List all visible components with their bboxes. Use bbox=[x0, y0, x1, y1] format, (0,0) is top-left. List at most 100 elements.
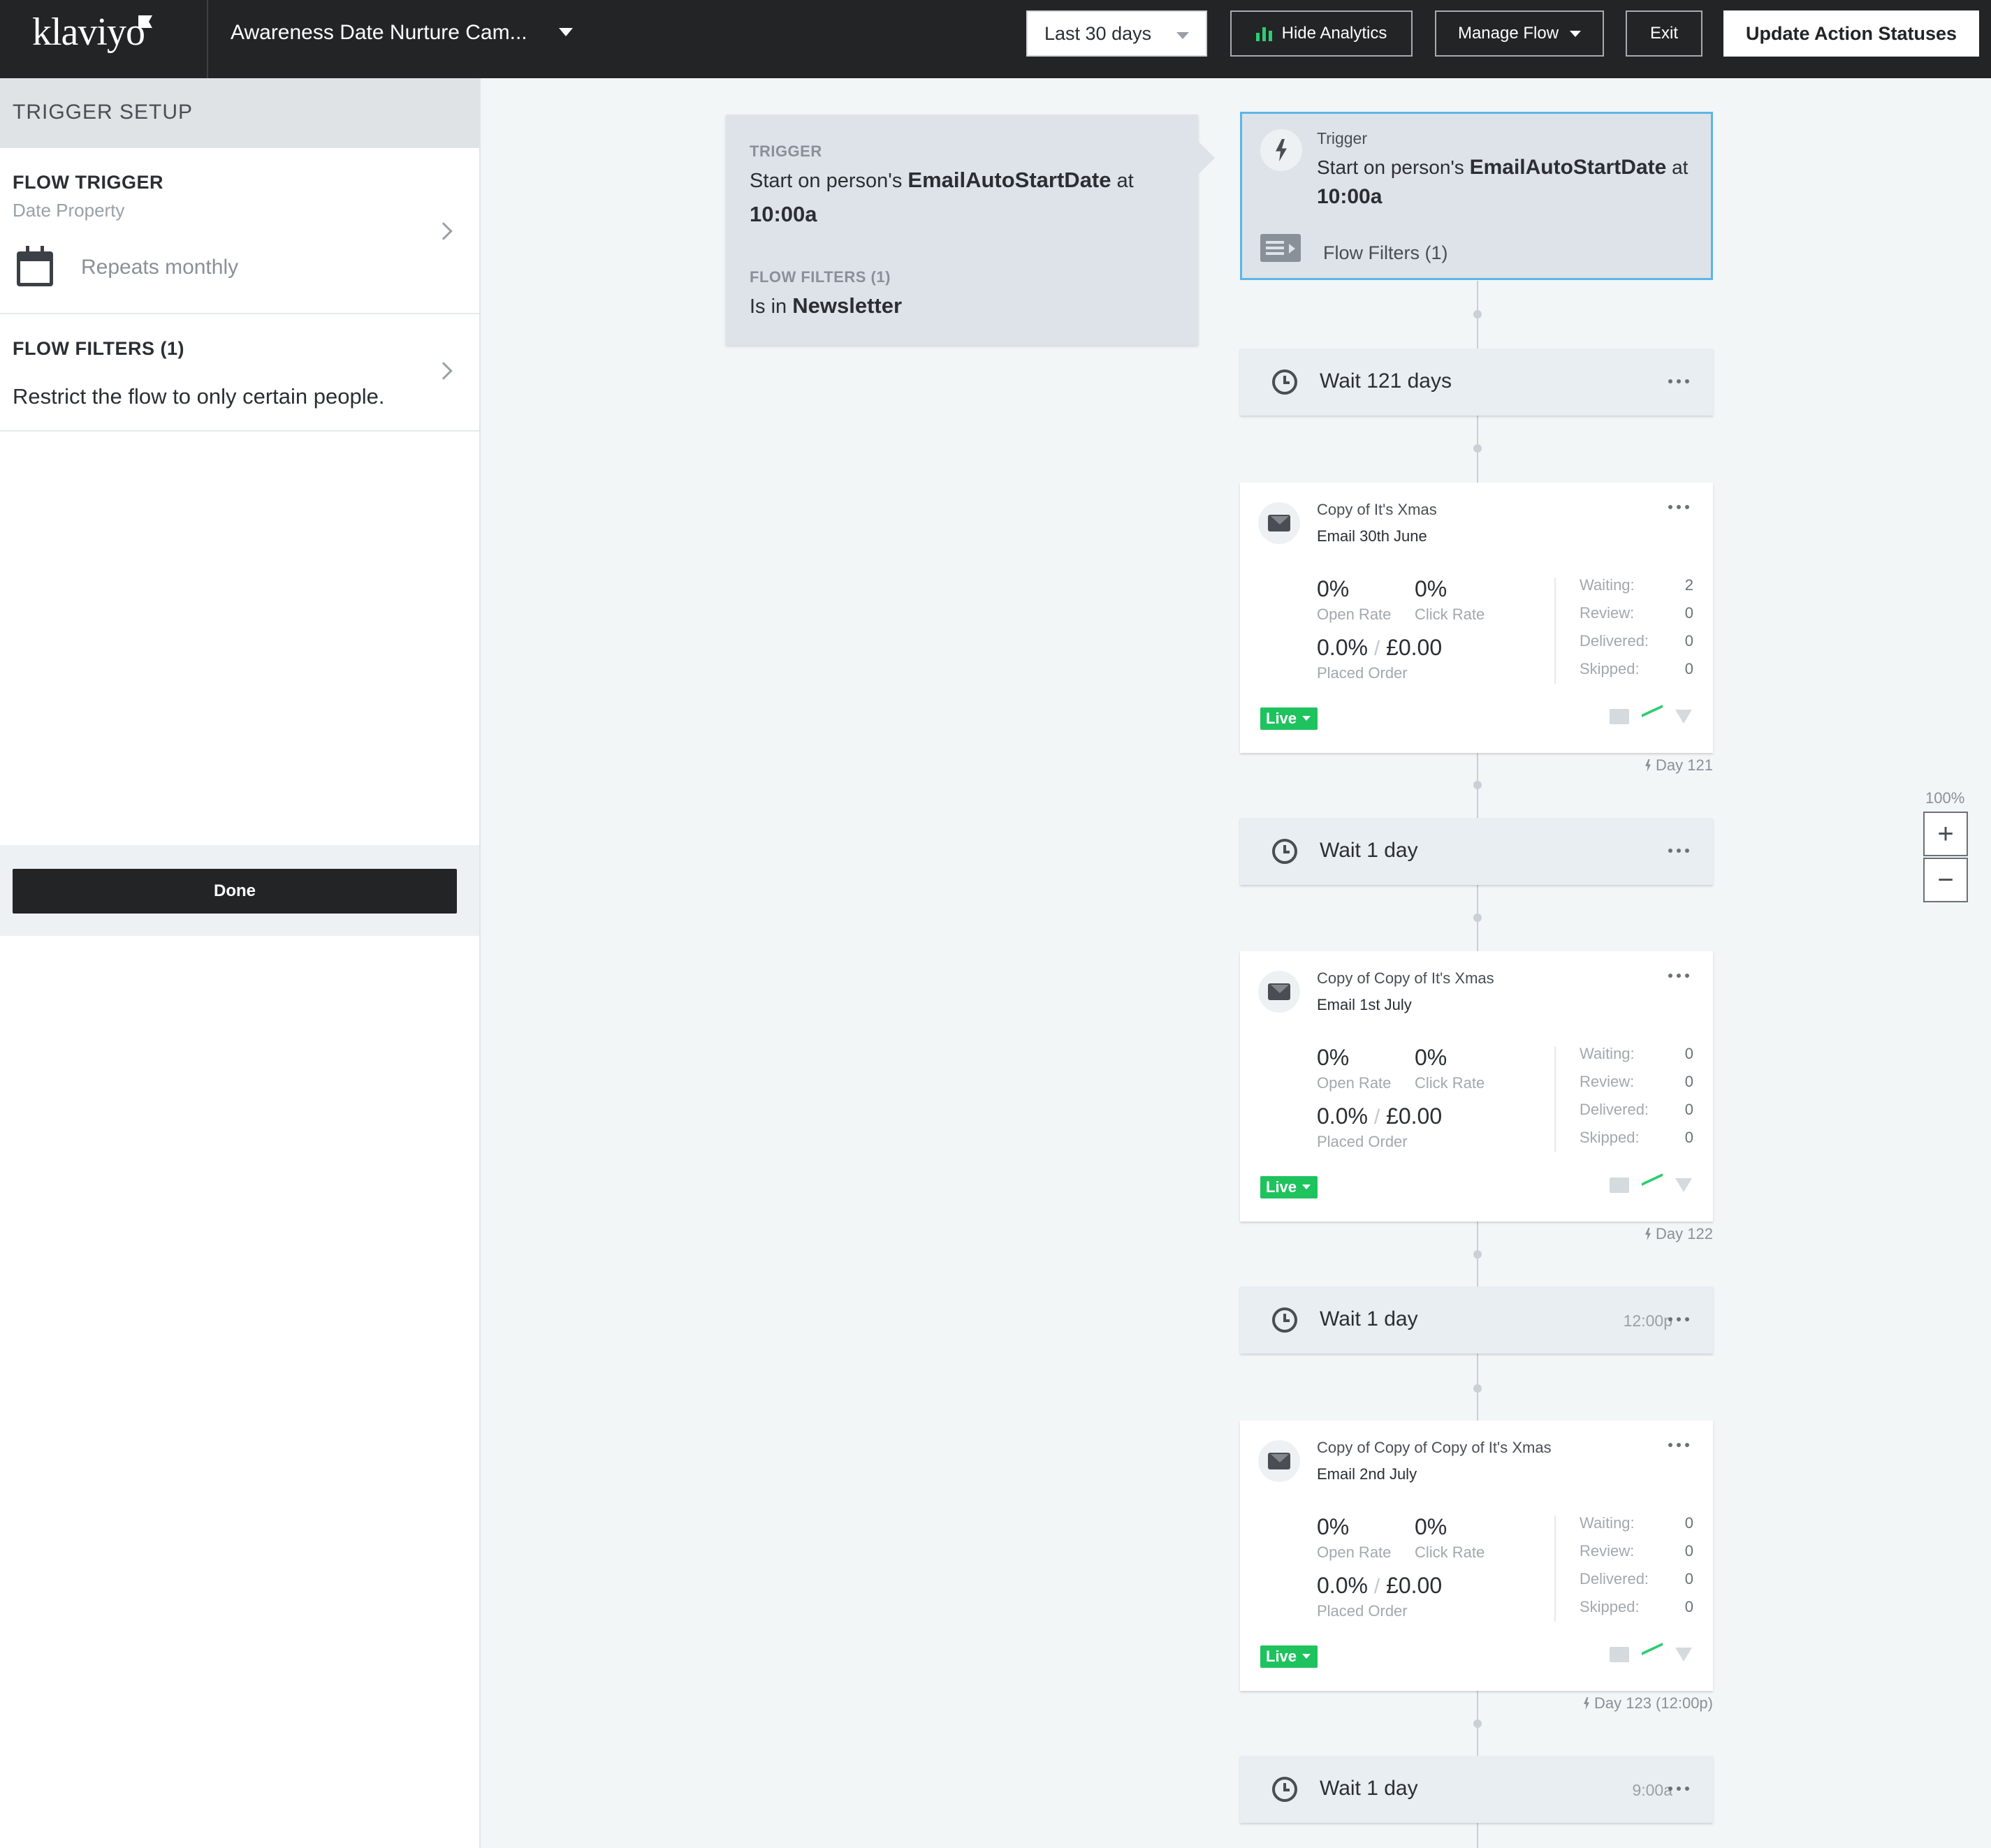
wait-node[interactable]: Wait 1 day 12:00p bbox=[1240, 1286, 1713, 1354]
stats-divider bbox=[1554, 578, 1556, 684]
placed-order-label: Placed Order bbox=[1317, 1602, 1408, 1620]
waiting-count: 0 bbox=[1684, 1514, 1693, 1532]
flow-filters-section[interactable]: FLOW FILTERS (1) Restrict the flow to on… bbox=[0, 314, 479, 432]
filter-icon[interactable] bbox=[1675, 710, 1692, 724]
click-rate-value: 0% bbox=[1415, 576, 1447, 601]
filter-icon[interactable] bbox=[1675, 1178, 1692, 1192]
exit-button[interactable]: Exit bbox=[1626, 10, 1702, 57]
skipped-count: 0 bbox=[1684, 1129, 1693, 1146]
connector-dot bbox=[1473, 781, 1482, 789]
more-options-icon[interactable] bbox=[1668, 1443, 1689, 1447]
email-node[interactable]: Copy of Copy of It's Xmas Email 1st July… bbox=[1240, 951, 1713, 1222]
day-label: Day 121 bbox=[1644, 756, 1713, 775]
waiting-label: Waiting: bbox=[1580, 576, 1635, 594]
review-count: 0 bbox=[1684, 1073, 1693, 1090]
review-label: Review: bbox=[1580, 1073, 1635, 1090]
lightning-bolt-icon bbox=[1584, 1697, 1589, 1710]
day-label: Day 123 (12:00p) bbox=[1583, 1694, 1713, 1713]
trigger-setup-panel: TRIGGER SETUP FLOW TRIGGER Date Property… bbox=[0, 78, 481, 1848]
chevron-right-icon[interactable] bbox=[435, 362, 453, 380]
flow-filters-title: FLOW FILTERS (1) bbox=[13, 338, 184, 359]
trigger-node-filters[interactable]: Flow Filters (1) bbox=[1323, 242, 1448, 264]
klaviyo-logo[interactable]: klaviyo bbox=[32, 10, 145, 54]
status-badge[interactable]: Live bbox=[1260, 707, 1318, 730]
email-subject: Email 30th June bbox=[1317, 527, 1427, 545]
wait-time: 12:00p bbox=[1623, 1312, 1672, 1330]
delivered-label: Delivered: bbox=[1580, 1101, 1649, 1118]
flow-title[interactable]: Awareness Date Nurture Cam... bbox=[231, 21, 527, 45]
email-node[interactable]: Copy of Copy of Copy of It's Xmas Email … bbox=[1240, 1421, 1713, 1691]
done-button[interactable]: Done bbox=[13, 869, 457, 914]
review-label: Review: bbox=[1580, 604, 1635, 622]
more-options-icon[interactable] bbox=[1668, 849, 1689, 853]
email-node-actions bbox=[1610, 705, 1692, 728]
trigger-node[interactable]: Trigger Start on person's EmailAutoStart… bbox=[1240, 112, 1713, 280]
more-options-icon[interactable] bbox=[1668, 1787, 1689, 1791]
skipped-count: 0 bbox=[1684, 660, 1693, 677]
more-options-icon[interactable] bbox=[1668, 1317, 1689, 1321]
chevron-right-icon[interactable] bbox=[435, 222, 453, 240]
wait-node[interactable]: Wait 121 days bbox=[1240, 349, 1713, 416]
date-range-select[interactable]: Last 30 days bbox=[1026, 10, 1207, 57]
zoom-in-button[interactable]: + bbox=[1923, 812, 1968, 856]
popover-arrow bbox=[1198, 141, 1215, 175]
status-badge[interactable]: Live bbox=[1260, 1176, 1318, 1198]
popover-trigger-text: Start on person's EmailAutoStartDate at 1… bbox=[750, 168, 1134, 226]
wait-node[interactable]: Wait 1 day 9:00a bbox=[1240, 1756, 1713, 1823]
status-badge[interactable]: Live bbox=[1260, 1645, 1318, 1668]
smart-sending-icon[interactable] bbox=[1610, 709, 1629, 724]
trend-icon[interactable] bbox=[1642, 705, 1663, 728]
popover-filters-label: FLOW FILTERS (1) bbox=[750, 268, 891, 286]
skipped-label: Skipped: bbox=[1580, 660, 1640, 677]
popover-trigger-label: TRIGGER bbox=[750, 142, 822, 160]
hide-analytics-button[interactable]: Hide Analytics bbox=[1230, 10, 1413, 57]
trigger-node-text: Start on person's EmailAutoStartDate at 1… bbox=[1317, 156, 1689, 208]
email-title: Copy of It's Xmas bbox=[1317, 501, 1437, 518]
connector-dot bbox=[1473, 1250, 1482, 1259]
flow-trigger-title: FLOW TRIGGER bbox=[13, 172, 163, 193]
hide-analytics-label: Hide Analytics bbox=[1281, 24, 1387, 43]
email-node-actions bbox=[1610, 1643, 1692, 1666]
flow-trigger-section[interactable]: FLOW TRIGGER Date Property Repeats month… bbox=[0, 148, 479, 314]
email-node[interactable]: Copy of It's Xmas Email 30th June 0% Ope… bbox=[1240, 483, 1713, 753]
wait-node[interactable]: Wait 1 day bbox=[1240, 818, 1713, 885]
zoom-level: 100% bbox=[1925, 789, 1965, 807]
more-options-icon[interactable] bbox=[1668, 505, 1689, 509]
delivered-count: 0 bbox=[1684, 632, 1693, 650]
popover-filters-text: Is in Newsletter bbox=[750, 293, 903, 318]
delivered-label: Delivered: bbox=[1580, 1570, 1649, 1587]
email-title: Copy of Copy of Copy of It's Xmas bbox=[1317, 1439, 1552, 1456]
click-rate-label: Click Rate bbox=[1415, 1074, 1485, 1092]
smart-sending-icon[interactable] bbox=[1610, 1178, 1629, 1193]
open-rate-value: 0% bbox=[1317, 1514, 1350, 1539]
open-rate-label: Open Rate bbox=[1317, 1543, 1392, 1561]
wait-duration: Wait 1 day bbox=[1320, 839, 1418, 862]
more-options-icon[interactable] bbox=[1668, 379, 1689, 383]
lightning-bolt-icon bbox=[1645, 1228, 1651, 1240]
review-label: Review: bbox=[1580, 1542, 1635, 1560]
manage-flow-button[interactable]: Manage Flow bbox=[1435, 10, 1604, 57]
email-subject: Email 2nd July bbox=[1317, 1465, 1417, 1483]
review-count: 0 bbox=[1684, 604, 1693, 622]
lightning-bolt-icon bbox=[1645, 759, 1651, 772]
filter-icon[interactable] bbox=[1675, 1648, 1692, 1662]
more-options-icon[interactable] bbox=[1668, 974, 1689, 978]
waiting-count: 0 bbox=[1684, 1045, 1693, 1062]
chevron-down-icon bbox=[1570, 30, 1582, 37]
wait-time: 9:00a bbox=[1632, 1781, 1672, 1799]
skipped-count: 0 bbox=[1684, 1598, 1693, 1615]
flow-title-chevron-down-icon[interactable] bbox=[559, 28, 573, 36]
lightning-bolt-icon bbox=[1276, 139, 1287, 161]
update-action-statuses-button[interactable]: Update Action Statuses bbox=[1723, 10, 1979, 57]
waiting-label: Waiting: bbox=[1580, 1514, 1635, 1532]
trend-icon[interactable] bbox=[1642, 1643, 1663, 1666]
waiting-label: Waiting: bbox=[1580, 1045, 1635, 1062]
day-label: Day 122 bbox=[1644, 1225, 1713, 1243]
envelope-icon bbox=[1268, 1453, 1290, 1469]
clock-icon bbox=[1272, 1777, 1297, 1802]
zoom-out-button[interactable]: − bbox=[1923, 858, 1968, 902]
smart-sending-icon[interactable] bbox=[1610, 1647, 1629, 1662]
waiting-count: 2 bbox=[1684, 576, 1693, 594]
trend-icon[interactable] bbox=[1642, 1173, 1663, 1197]
placed-order-label: Placed Order bbox=[1317, 1133, 1408, 1150]
